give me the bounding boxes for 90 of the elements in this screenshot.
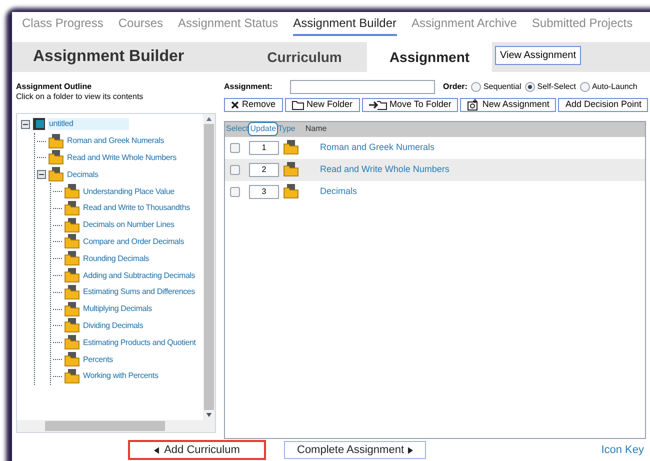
toolbar-button[interactable]: New Folder xyxy=(284,98,360,112)
book-icon xyxy=(32,117,46,132)
toolbar-button[interactable]: Add Decision Point xyxy=(558,98,648,112)
folder-icon xyxy=(64,234,80,250)
folder-icon xyxy=(64,184,80,200)
row-checkbox[interactable] xyxy=(230,186,240,197)
radio-button[interactable] xyxy=(525,82,536,92)
order-field[interactable]: 3 xyxy=(249,184,279,199)
step-tab[interactable]: Curriculum xyxy=(242,42,367,72)
folder-icon xyxy=(64,352,80,368)
outline-hint: Click on a folder to view its contents xyxy=(16,92,144,102)
folder-icon xyxy=(64,268,80,284)
column-header: Type xyxy=(278,123,296,136)
order-field[interactable]: 2 xyxy=(249,162,279,177)
nav-tab[interactable]: Class Progress xyxy=(22,14,104,36)
column-header: Select xyxy=(226,123,248,136)
folder-icon xyxy=(64,284,80,300)
move-to-folder-icon xyxy=(368,100,387,110)
new-item-icon xyxy=(467,98,480,111)
tree-item[interactable]: Roman and Greek Numerals xyxy=(66,135,166,148)
folder-icon xyxy=(283,162,299,178)
folder-icon xyxy=(64,218,80,233)
tree-item[interactable]: Decimals on Number Lines xyxy=(82,219,176,232)
tree-item[interactable]: Estimating Products and Quotient xyxy=(82,336,197,349)
collapse-icon[interactable] xyxy=(21,120,30,129)
radio-button[interactable] xyxy=(580,82,590,92)
tree-item[interactable]: Decimals xyxy=(66,168,100,181)
folder-icon xyxy=(64,368,80,384)
tree-item[interactable]: Estimating Sums and Differences xyxy=(82,286,196,298)
tree-item[interactable]: Read and Write to Thousandths xyxy=(82,202,191,214)
nav-tab[interactable]: Assignment Builder xyxy=(293,14,396,36)
folder-icon xyxy=(283,184,299,200)
folder-icon xyxy=(48,134,64,149)
nav-tab[interactable]: Submitted Projects xyxy=(532,14,633,36)
folder-icon xyxy=(64,251,80,266)
nav-tab[interactable]: Courses xyxy=(118,14,164,36)
order-label: Order: xyxy=(443,80,468,93)
assignment-field[interactable] xyxy=(290,80,435,94)
nav-tab[interactable]: Assignment Status xyxy=(178,14,278,36)
tree-item[interactable]: Compare and Order Decimals xyxy=(82,236,186,248)
folder-outline-icon xyxy=(292,100,304,110)
item-name[interactable]: Decimals xyxy=(320,185,358,199)
vertical-scrollbar[interactable] xyxy=(203,114,215,420)
folder-icon xyxy=(64,335,80,350)
collapse-icon[interactable] xyxy=(37,170,46,180)
folder-icon xyxy=(64,200,80,216)
tree-item[interactable]: Working with Percents xyxy=(82,370,160,382)
item-name[interactable]: Roman and Greek Numerals xyxy=(320,141,435,155)
radio-label: Auto-Launch xyxy=(592,80,638,93)
tree-item[interactable]: Adding and Subtracting Decimals xyxy=(82,270,196,282)
tree-item[interactable]: Multiplying Decimals xyxy=(82,303,153,316)
outline-title: Assignment Outline xyxy=(16,82,93,92)
page-title: Assignment Builder xyxy=(32,47,186,67)
order-field[interactable]: 1 xyxy=(249,140,279,155)
update-button[interactable]: Update xyxy=(248,122,278,136)
scroll-up-icon xyxy=(206,117,212,121)
tree-item[interactable]: Percents xyxy=(82,354,114,366)
close-icon xyxy=(231,100,239,109)
column-header: Name xyxy=(305,123,327,136)
tree-item[interactable]: Dividing Decimals xyxy=(82,320,144,332)
folder-icon xyxy=(48,167,64,182)
tree-item[interactable]: Read and Write Whole Numbers xyxy=(66,152,178,164)
item-name[interactable]: Read and Write Whole Numbers xyxy=(320,163,450,177)
radio-label: Sequential xyxy=(483,80,522,93)
folder-icon xyxy=(64,318,80,334)
radio-button[interactable] xyxy=(471,82,482,92)
folder-icon xyxy=(283,140,299,156)
right-arrow-icon xyxy=(408,446,413,454)
icon-key-link[interactable]: Icon Key xyxy=(601,442,644,458)
tree-item[interactable]: Rounding Decimals xyxy=(82,252,150,265)
view-assignment-button[interactable]: View Assignment xyxy=(495,46,581,65)
row-checkbox[interactable] xyxy=(230,164,240,175)
toolbar-button[interactable]: New Assignment xyxy=(460,98,556,112)
folder-icon xyxy=(48,150,64,166)
add-curriculum-button[interactable]: Add Curriculum xyxy=(128,440,266,460)
tree-item[interactable]: untitled xyxy=(48,118,130,130)
row-checkbox[interactable] xyxy=(230,142,240,153)
scroll-down-icon xyxy=(206,413,212,417)
folder-icon xyxy=(64,302,80,317)
complete-assignment-button[interactable]: Complete Assignment xyxy=(284,441,426,459)
step-tab[interactable]: Assignment xyxy=(367,42,492,72)
nav-tab[interactable]: Assignment Archive xyxy=(412,14,517,36)
assignment-label: Assignment: xyxy=(224,80,274,93)
table-row[interactable]: 2 Read and Write Whole Numbers xyxy=(225,158,645,181)
left-arrow-icon xyxy=(154,446,160,454)
horizontal-scrollbar[interactable] xyxy=(17,420,215,432)
toolbar-button[interactable]: Remove xyxy=(224,98,283,112)
tree-item[interactable]: Understanding Place Value xyxy=(82,186,176,198)
toolbar-button[interactable]: Move To Folder xyxy=(362,98,458,112)
radio-label: Self-Select xyxy=(537,80,576,93)
